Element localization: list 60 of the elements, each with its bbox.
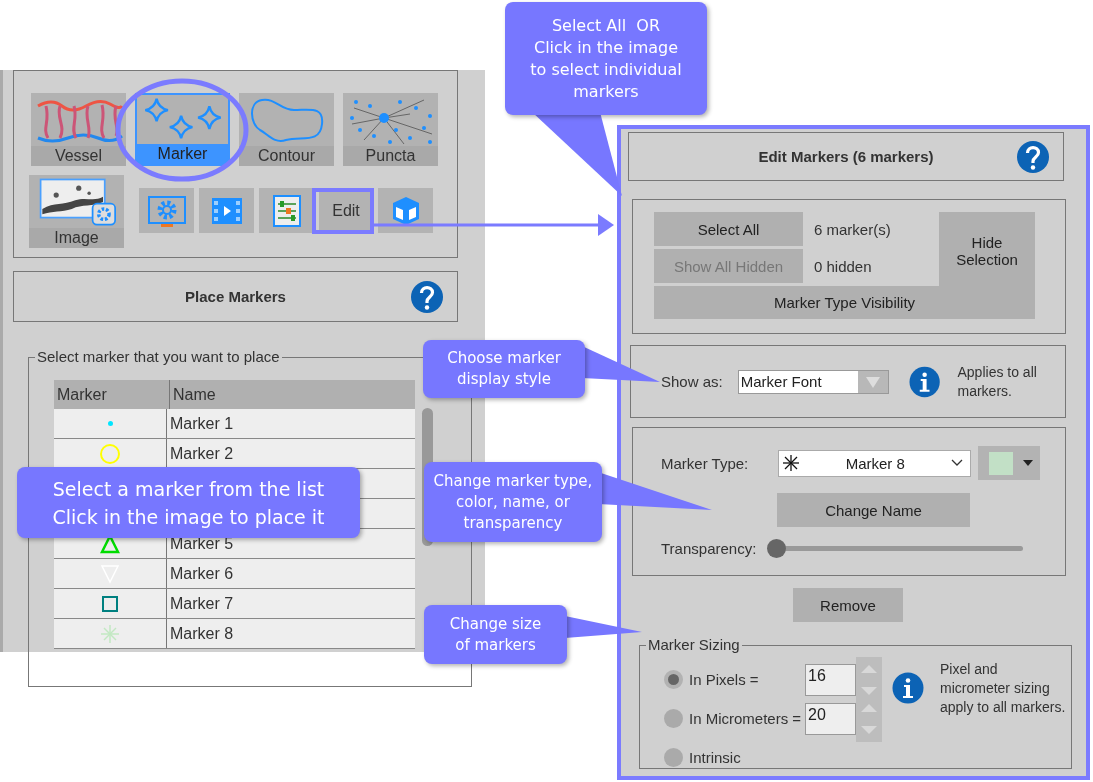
highlight-frame: [312, 188, 374, 234]
tool-button[interactable]: Image: [29, 175, 124, 248]
group-legend: Select marker that you want to place: [35, 348, 282, 366]
display-style-dropdown[interactable]: Marker Font: [737, 369, 890, 394]
help-icon: [410, 280, 444, 314]
color-picker-button[interactable]: [978, 446, 1041, 480]
help-text: Pixel and micrometer sizing apply to all markers.: [940, 660, 1067, 717]
section-title: Edit Markers (6 markers): [758, 148, 934, 165]
change-name-button[interactable]: Change Name: [777, 493, 970, 527]
table-cell-text: Marker 1: [169, 413, 234, 434]
tool-button[interactable]: Marker: [135, 93, 230, 166]
table-cell-text: Marker 2: [169, 443, 234, 464]
option-label: Intrinsic: [689, 749, 741, 766]
chevron-down-icon: [950, 458, 965, 468]
toolbar-button[interactable]: [259, 188, 314, 233]
remove-button[interactable]: Remove: [793, 588, 903, 622]
info-icon: [909, 365, 941, 398]
help-icon: [1016, 140, 1050, 174]
caret-icon: [1023, 460, 1034, 466]
slider-thumb[interactable]: [767, 539, 787, 558]
tool-button[interactable]: Puncta: [343, 93, 438, 166]
toolbar-button[interactable]: [199, 188, 254, 233]
section-title: Place Markers: [185, 288, 286, 305]
option-label: In Pixels =: [689, 671, 759, 688]
monitor-gear-icon: [146, 194, 187, 227]
hide-selection-button[interactable]: Hide Selection: [939, 212, 1035, 289]
field-label: Marker Type:: [661, 454, 749, 472]
count-label: 0 hidden: [813, 256, 873, 277]
group-legend: Marker Sizing: [646, 636, 742, 654]
tool-button[interactable]: Contour: [239, 93, 334, 166]
asterisk-icon: [782, 454, 801, 472]
sliders-icon: [272, 194, 301, 227]
field-label: Transparency:: [661, 540, 757, 557]
toolbar-button[interactable]: [378, 188, 433, 233]
info-icon: [892, 672, 924, 704]
callout: Change size of markers: [424, 605, 567, 664]
table-cell-text: Marker 7: [169, 593, 234, 614]
column-header: Name: [172, 384, 216, 405]
select-value: Marker 8: [844, 454, 906, 472]
radio-button[interactable]: [664, 709, 683, 728]
number-field[interactable]: 16: [805, 663, 856, 696]
tool-button[interactable]: Vessel: [31, 93, 126, 166]
table-cell-text: Marker 8: [169, 623, 234, 644]
count-label: 6 marker(s): [813, 219, 892, 240]
select-all-button[interactable]: Select All: [654, 212, 803, 246]
table-cell-text: Marker 6: [169, 563, 234, 584]
dropdown-value: Marker Font: [739, 373, 822, 390]
cube-icon: [390, 194, 421, 227]
callout: Change marker type, color, name, or transparency: [424, 462, 602, 542]
marker-type-select[interactable]: Marker 8: [778, 449, 972, 477]
number-field[interactable]: 20: [805, 702, 856, 735]
visibility-button[interactable]: Marker Type Visibility: [654, 286, 1035, 319]
radio-button[interactable]: [664, 748, 683, 767]
help-text: Applies to all markers.: [957, 362, 1038, 401]
radio-button[interactable]: [664, 670, 683, 689]
toolbar-button[interactable]: [139, 188, 194, 233]
callout: Select a marker from the list Click in the image to place it: [17, 467, 360, 538]
field-label: Show as:: [661, 373, 723, 390]
option-label: In Micrometers =: [689, 710, 802, 727]
film-strip-icon: [210, 195, 243, 226]
